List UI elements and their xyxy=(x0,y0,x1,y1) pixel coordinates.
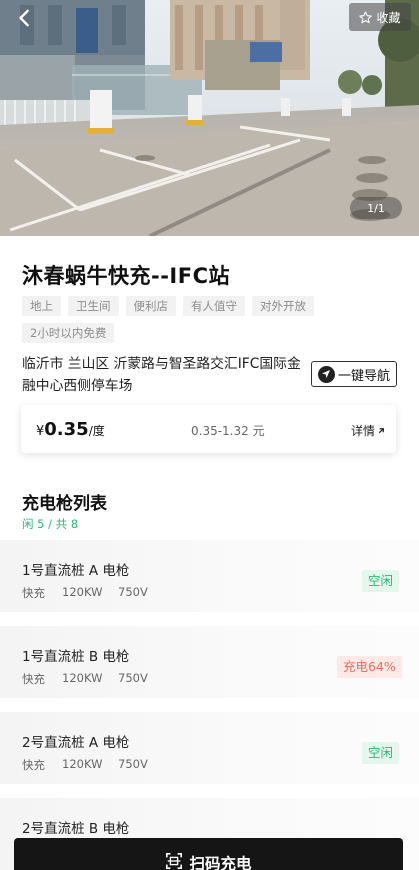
gun-row[interactable]: 2号直流桩 A 电枪 快充 120KW 750V 空闲 xyxy=(0,712,419,784)
gun-name: 1号直流桩 A 电枪 xyxy=(22,563,130,579)
gun-type: 快充 xyxy=(22,758,45,772)
tag-item: 卫生间 xyxy=(68,296,119,316)
price-range: 0.35-1.32 元 xyxy=(191,424,265,438)
gun-status-badge: 空闲 xyxy=(362,742,400,764)
station-tags: 地上 卫生间 便利店 有人值守 对外开放 2小时以内免费 xyxy=(22,296,322,343)
station-name: 沐春蜗牛快充--IFC站 xyxy=(22,264,231,288)
gun-specs: 快充 120KW 750V xyxy=(22,757,148,773)
tag-item: 便利店 xyxy=(125,296,176,316)
gun-status-badge: 空闲 xyxy=(362,570,400,592)
tag-item: 地上 xyxy=(22,296,61,316)
price-detail-link[interactable]: 详情 xyxy=(351,422,386,439)
star-icon xyxy=(359,10,373,23)
scan-charge-button[interactable]: 扫码充电 xyxy=(14,838,403,870)
gun-availability: 闲 5 / 共 8 xyxy=(22,517,79,531)
current-price: ¥0.35/度 xyxy=(36,419,105,440)
back-button[interactable] xyxy=(10,4,40,32)
station-address: 临沂市 兰山区 沂蒙路与智圣路交汇IFC国际金融中心西侧停车场 xyxy=(22,356,301,394)
tag-item: 有人值守 xyxy=(183,296,245,316)
gun-row[interactable]: 1号直流桩 A 电枪 快充 120KW 750V 空闲 xyxy=(0,540,419,612)
gun-list-title: 充电枪列表 xyxy=(22,494,107,514)
navigation-icon xyxy=(317,365,335,383)
scan-charge-label: 扫码充电 xyxy=(189,855,252,870)
gun-power: 120KW xyxy=(62,585,103,599)
back-arrow-icon xyxy=(19,9,29,27)
gun-name: 2号直流桩 A 电枪 xyxy=(22,735,130,751)
station-photo[interactable]: 收藏 1/1 xyxy=(0,0,419,236)
gun-specs: 快充 120KW 750V xyxy=(22,671,148,687)
navigate-button[interactable]: 一键导航 xyxy=(311,361,397,387)
price-unit: /度 xyxy=(88,424,105,438)
price-value: 0.35 xyxy=(44,419,89,440)
gun-type: 快充 xyxy=(22,586,45,600)
tag-item: 对外开放 xyxy=(252,296,314,316)
gun-voltage: 750V xyxy=(118,585,148,599)
price-card: ¥0.35/度 0.35-1.32 元 详情 xyxy=(21,405,396,453)
photo-pager: 1/1 xyxy=(350,197,402,219)
gun-power: 120KW xyxy=(62,757,103,771)
gun-specs: 快充 120KW 750V xyxy=(22,585,148,601)
favorite-label: 收藏 xyxy=(376,10,401,25)
favorite-button[interactable]: 收藏 xyxy=(349,3,411,31)
gun-power: 120KW xyxy=(62,671,103,685)
gun-name: 1号直流桩 B 电枪 xyxy=(22,649,130,665)
tag-item: 2小时以内免费 xyxy=(22,323,115,343)
gun-voltage: 750V xyxy=(118,757,148,771)
gun-name: 2号直流桩 B 电枪 xyxy=(22,821,130,837)
arrow-up-right-icon xyxy=(378,428,384,434)
price-detail-label: 详情 xyxy=(351,424,376,438)
scan-icon xyxy=(166,852,183,870)
gun-type: 快充 xyxy=(22,672,45,686)
gun-row[interactable]: 1号直流桩 B 电枪 快充 120KW 750V 充电64% xyxy=(0,626,419,698)
gun-voltage: 750V xyxy=(118,671,148,685)
gun-status-badge: 充电64% xyxy=(337,656,402,678)
navigate-label: 一键导航 xyxy=(337,368,390,384)
